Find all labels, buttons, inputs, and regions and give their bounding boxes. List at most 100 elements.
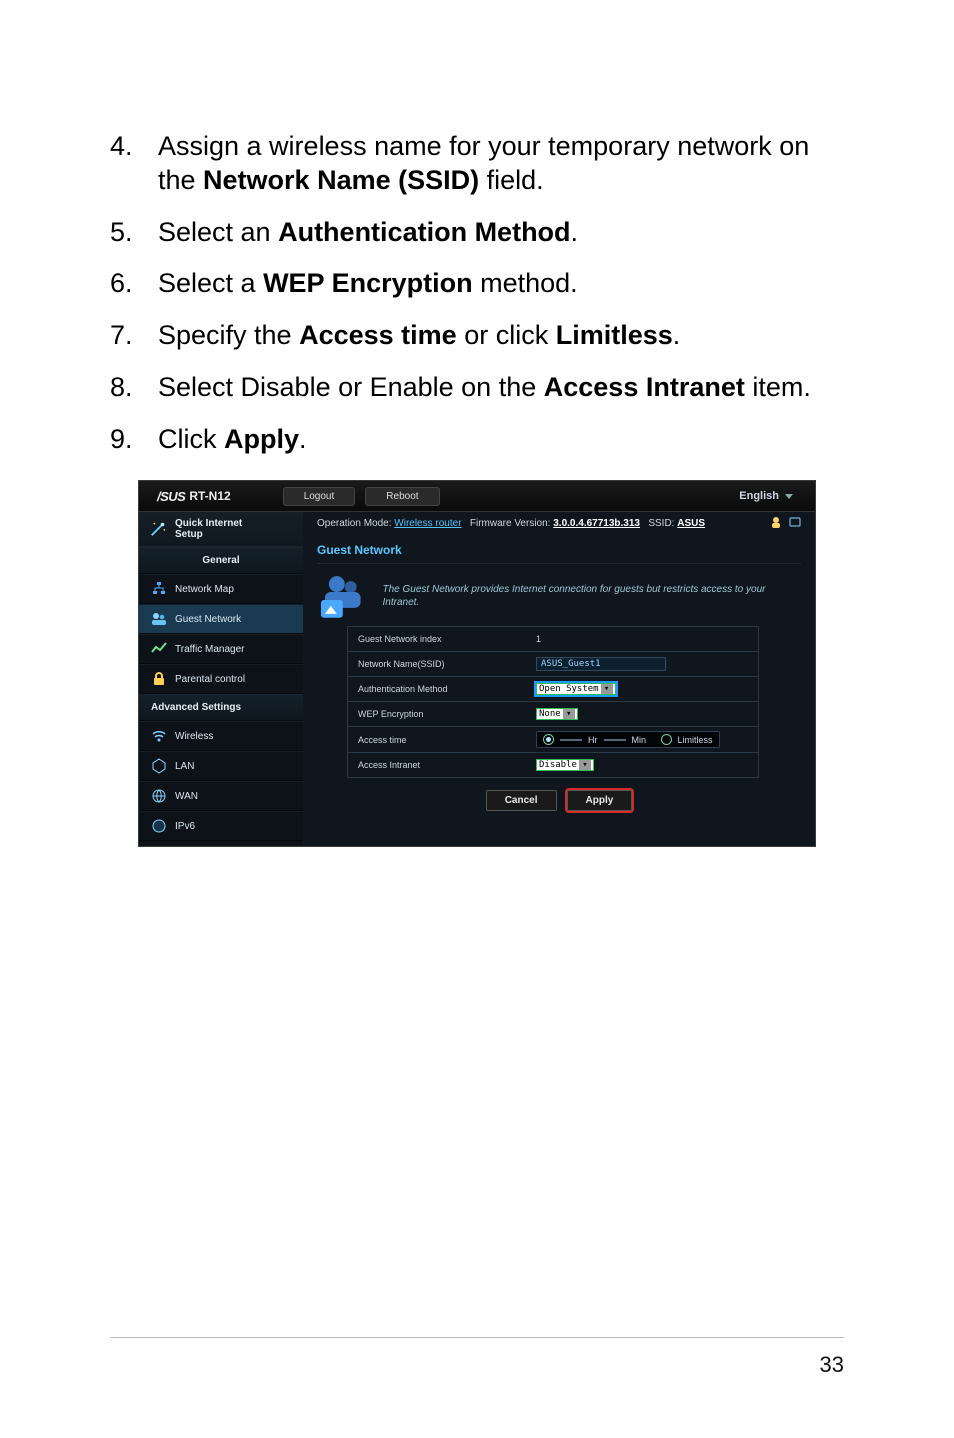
sidebar-item-traffic-manager[interactable]: Traffic Manager [139,634,303,664]
button-row: Cancel Apply [317,790,801,811]
model-name: RT-N12 [189,489,230,503]
row-access-time: Access time Hr Min Limitless [348,726,758,752]
sidebar-item-ipv6[interactable]: IPv6 [139,811,303,841]
lan-icon [151,758,167,774]
apply-button[interactable]: Apply [567,790,633,811]
step-7: 7. Specify the Access time or click Limi… [110,319,844,353]
step-9: 9. Click Apply. [110,423,844,457]
label-ssid: Network Name(SSID) [348,655,528,673]
sidebar-item-label: Parental control [175,674,245,685]
sidebar-section-advanced: Advanced Settings [139,694,303,721]
sidebar-item-label: LAN [175,761,194,772]
chevron-down-icon [785,494,793,499]
row-access-intranet: Access Intranet Disable▾ [348,752,758,777]
lock-icon [151,671,167,687]
guest-network-large-icon [317,574,369,618]
sidebar-item-label: Traffic Manager [175,644,244,655]
step-number: 9. [110,423,158,457]
cancel-button[interactable]: Cancel [486,790,557,811]
auth-method-select[interactable]: Open System▾ [536,683,616,695]
row-guest-index: Guest Network index 1 [348,627,758,651]
access-time-controls: Hr Min Limitless [536,731,720,748]
sidebar-item-label: Wireless [175,731,213,742]
step-text: Select a WEP Encryption method. [158,267,844,301]
ssid-input[interactable]: ASUS_Guest1 [536,657,666,671]
page-number: 33 [820,1352,844,1378]
step-text: Click Apply. [158,423,844,457]
router-screenshot: /SUS RT-N12 Logout Reboot English Quick … [138,480,816,847]
step-number: 4. [110,130,158,198]
value-guest-index: 1 [528,630,758,648]
label-wep: WEP Encryption [348,705,528,723]
reboot-button[interactable]: Reboot [365,487,439,506]
chevron-down-icon: ▾ [579,760,591,770]
sidebar-item-label: Network Map [175,584,234,595]
step-text: Select Disable or Enable on the Access I… [158,371,844,405]
network-map-icon [151,581,167,597]
firmware-link[interactable]: 3.0.0.4.67713b.313 [553,518,640,529]
label-access-intranet: Access Intranet [348,756,528,774]
hours-input[interactable] [560,739,582,741]
wep-encryption-select[interactable]: None▾ [536,708,578,720]
step-text: Specify the Access time or click Limitle… [158,319,844,353]
hours-label: Hr [588,735,598,745]
label-access-time: Access time [348,731,528,749]
sidebar-item-network-map[interactable]: Network Map [139,574,303,604]
sidebar-item-label: Quick Internet Setup [175,518,242,540]
sidebar-item-label: Guest Network [175,614,241,625]
sidebar-item-lan[interactable]: LAN [139,751,303,781]
step-number: 7. [110,319,158,353]
intro-block: The Guest Network provides Internet conn… [317,574,801,618]
row-auth: Authentication Method Open System▾ [348,676,758,701]
sidebar-item-wireless[interactable]: Wireless [139,721,303,751]
chevron-down-icon: ▾ [601,684,613,694]
chevron-down-icon: ▾ [563,709,575,719]
sidebar-item-label: IPv6 [175,821,195,832]
sidebar: Quick Internet Setup General Network Map… [139,512,303,846]
language-select[interactable]: English [739,490,793,502]
guest-network-icon [151,611,167,627]
operation-line: Operation Mode: Wireless router Firmware… [317,518,801,529]
ipv6-icon [151,818,167,834]
section-title: Guest Network [317,543,801,564]
sidebar-item-guest-network[interactable]: Guest Network [139,604,303,634]
operation-mode-link[interactable]: Wireless router [394,518,461,529]
step-text: Select an Authentication Method. [158,216,844,250]
step-number: 8. [110,371,158,405]
row-wep: WEP Encryption None▾ [348,701,758,726]
step-4: 4. Assign a wireless name for your tempo… [110,130,844,198]
wireless-icon [151,728,167,744]
sidebar-item-qis[interactable]: Quick Internet Setup [139,512,303,547]
main-panel: Operation Mode: Wireless router Firmware… [303,512,815,846]
step-number: 6. [110,267,158,301]
sidebar-item-label: WAN [175,791,198,802]
row-ssid: Network Name(SSID) ASUS_Guest1 [348,651,758,676]
radio-time-limit[interactable] [543,734,554,745]
globe-icon [151,788,167,804]
label-auth: Authentication Method [348,680,528,698]
step-text: Assign a wireless name for your temporar… [158,130,844,198]
settings-table: Guest Network index 1 Network Name(SSID)… [347,626,759,778]
step-8: 8. Select Disable or Enable on the Acces… [110,371,844,405]
ssid-link[interactable]: ASUS [677,518,705,529]
access-intranet-select[interactable]: Disable▾ [536,759,594,771]
sidebar-item-parental-control[interactable]: Parental control [139,664,303,694]
sidebar-section-general: General [139,547,303,574]
step-5: 5. Select an Authentication Method. [110,216,844,250]
user-icon[interactable] [772,516,801,531]
minutes-input[interactable] [604,739,626,741]
brand-logo: /SUS [157,489,185,504]
logout-button[interactable]: Logout [283,487,356,506]
step-number: 5. [110,216,158,250]
footer-rule [110,1337,844,1338]
sidebar-item-wan[interactable]: WAN [139,781,303,811]
traffic-manager-icon [151,641,167,657]
limitless-label: Limitless [678,735,713,745]
intro-text: The Guest Network provides Internet conn… [383,583,801,610]
label-guest-index: Guest Network index [348,630,528,648]
radio-limitless[interactable] [661,734,672,745]
wand-icon [149,520,167,538]
minutes-label: Min [632,735,647,745]
top-bar: /SUS RT-N12 Logout Reboot English [139,481,815,512]
step-6: 6. Select a WEP Encryption method. [110,267,844,301]
